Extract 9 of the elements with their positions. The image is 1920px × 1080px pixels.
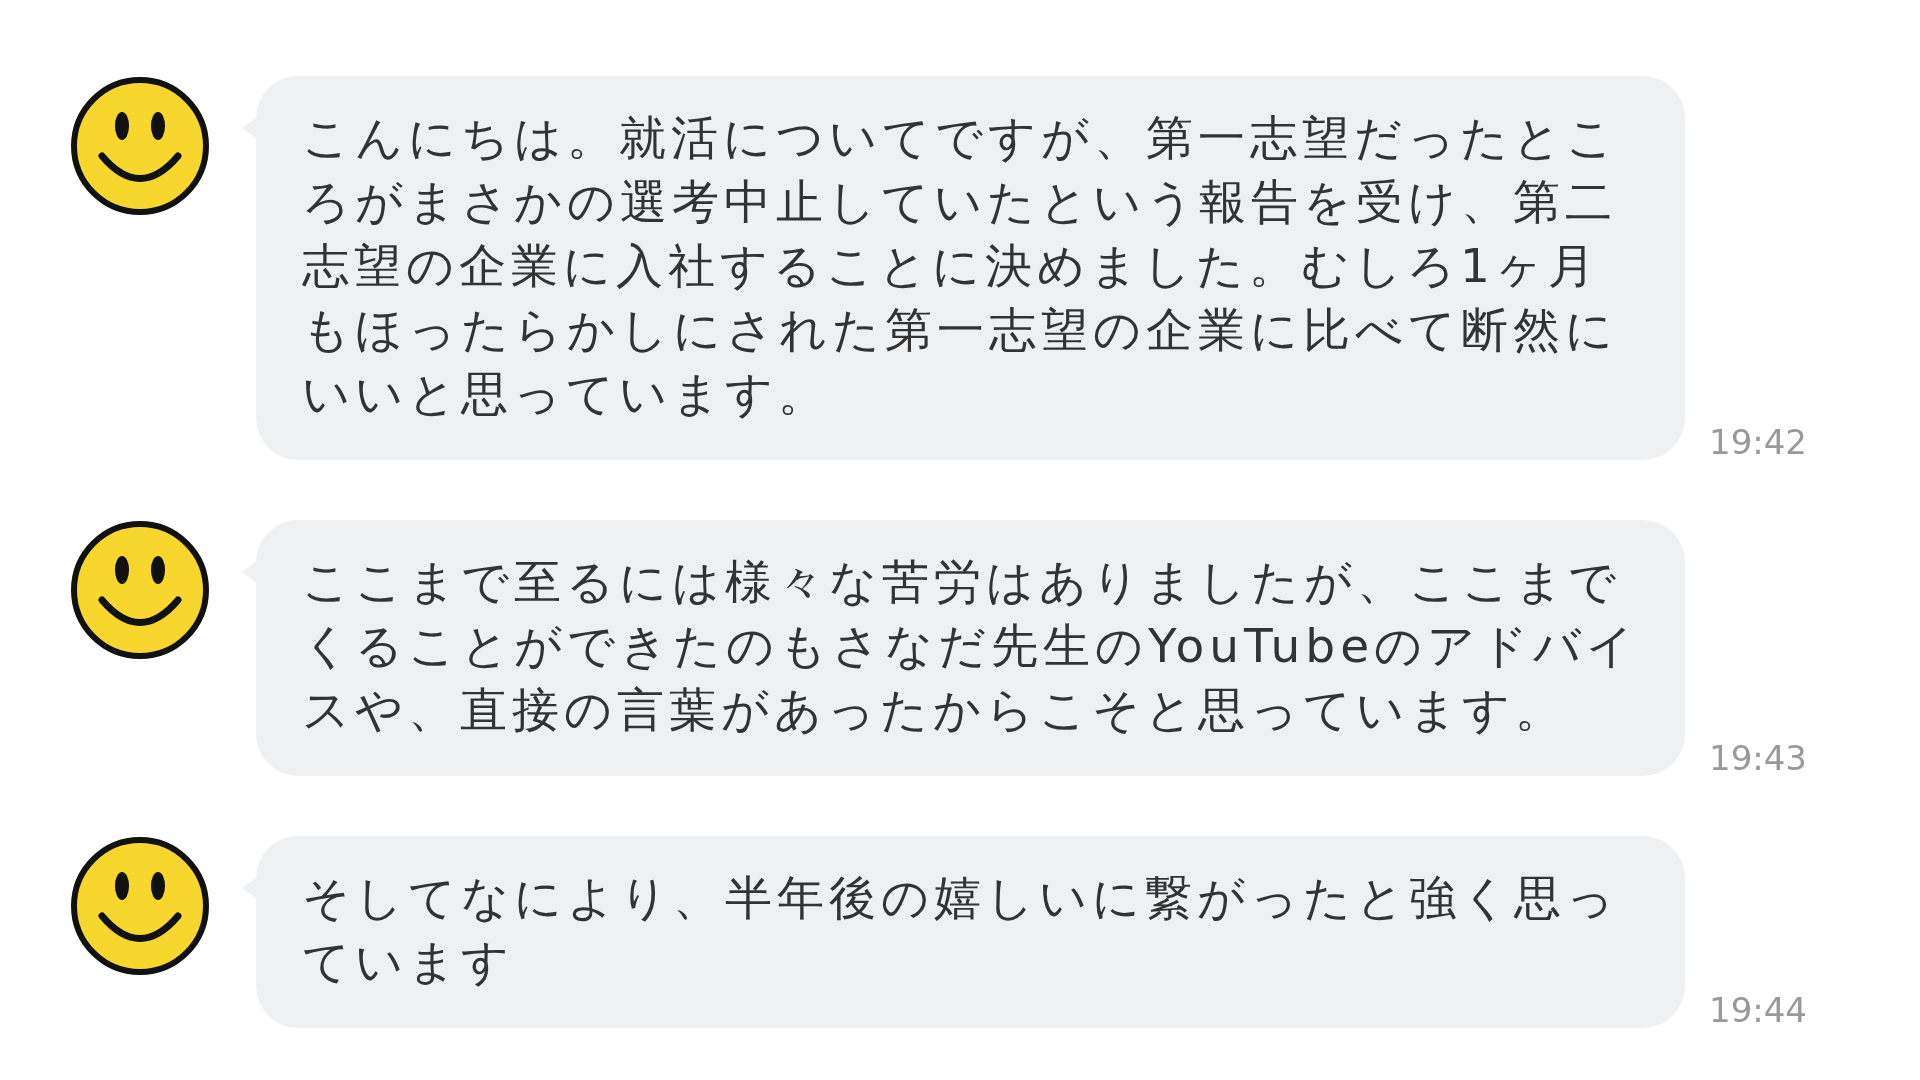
- message-time: 19:44: [1709, 990, 1807, 1030]
- message-text: そしてなにより、半年後の嬉しいに繋がったと強く思っています: [302, 869, 1620, 991]
- smiley-avatar-icon: [70, 76, 210, 216]
- smiley-avatar-icon: [70, 836, 210, 976]
- smiley-avatar-icon: [70, 520, 210, 660]
- message-time: 19:42: [1709, 422, 1807, 462]
- message-time: 19:43: [1709, 738, 1807, 778]
- message-text: こんにちは。就活についてですが、第一志望だったところがまさかの選考中止していたという報告を受け、第二志望の企業に入社することに決めました。むしろ1ヶ月もほったらかしにされた第一志望の企業に比べて断然にいいと思っています。: [302, 109, 1620, 423]
- message-text: ここまで至るには様々な苦労はありましたが、ここまでくることができたのもさなだ先生のYouTubeのアドバイスや、直接の言葉があったからこそと思っています。: [302, 553, 1641, 739]
